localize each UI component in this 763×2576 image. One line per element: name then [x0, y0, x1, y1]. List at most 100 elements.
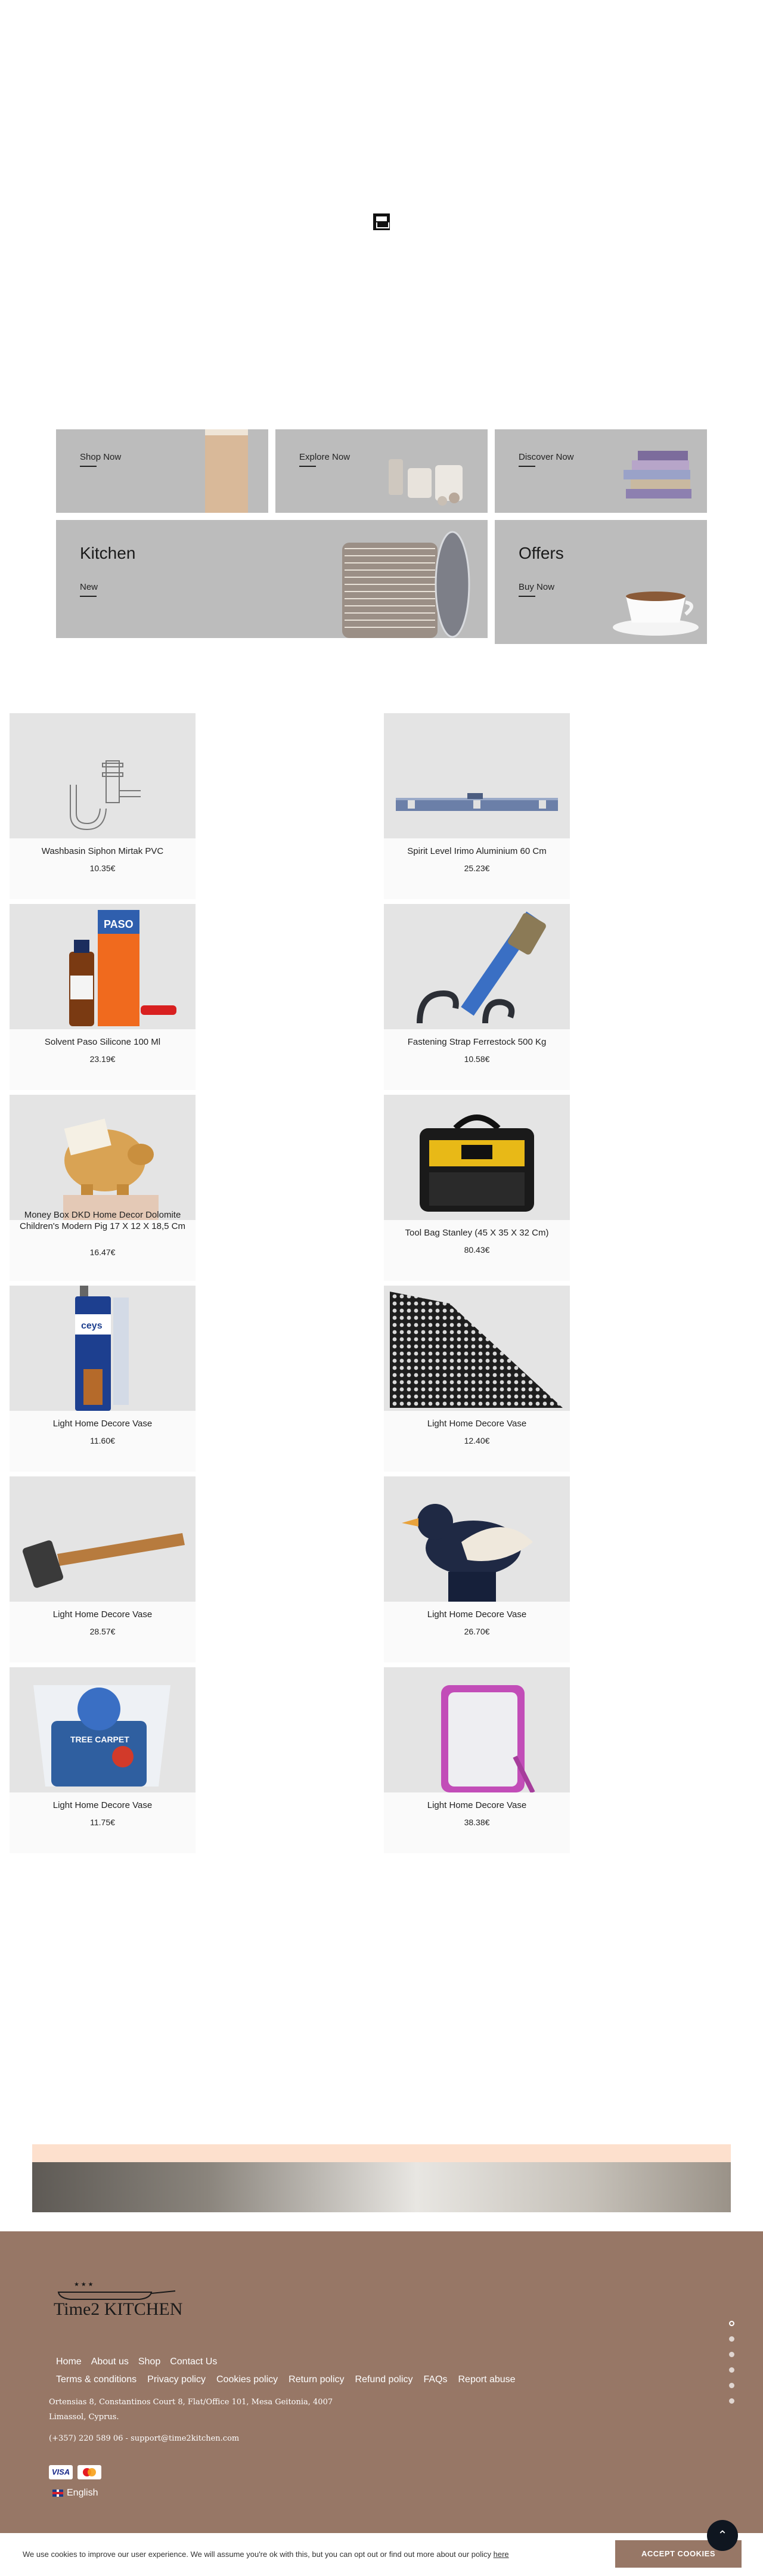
- carousel-dot[interactable]: [729, 2321, 734, 2326]
- bird-figure-icon: [402, 1504, 533, 1602]
- mastercard-icon: [77, 2465, 101, 2479]
- product-price: 26.70€: [464, 1627, 490, 1636]
- product-image[interactable]: ceys: [10, 1286, 196, 1411]
- footer-link-contact[interactable]: Contact Us: [170, 2357, 217, 2367]
- footer-link-terms[interactable]: Terms & conditions: [56, 2374, 137, 2385]
- product-name[interactable]: Tool Bag Stanley (45 X 35 X 32 Cm): [384, 1227, 570, 1239]
- footer-link-faqs[interactable]: FAQs: [423, 2374, 447, 2385]
- category-banner-3[interactable]: Discover Now: [495, 429, 707, 513]
- mirror-icon: [441, 1685, 535, 1792]
- piggy-bank-icon: [63, 1118, 159, 1220]
- category-banner-1[interactable]: Shop Now: [56, 429, 268, 513]
- product-price: 16.47€: [89, 1247, 116, 1257]
- cookie-policy-link[interactable]: here: [494, 2550, 509, 2559]
- footer-link-about[interactable]: About us: [91, 2357, 129, 2367]
- footer-link-cookies[interactable]: Cookies policy: [216, 2374, 278, 2385]
- product-name[interactable]: Light Home Decore Vase: [10, 1800, 196, 1811]
- carousel-dot[interactable]: [729, 2383, 734, 2388]
- product-image[interactable]: [384, 904, 570, 1029]
- product-image[interactable]: [384, 1286, 570, 1411]
- product-name[interactable]: Light Home Decore Vase: [384, 1609, 570, 1620]
- category-banner-2[interactable]: Explore Now: [275, 429, 488, 513]
- visa-icon: VISA: [49, 2465, 73, 2479]
- hammer-icon: [23, 1533, 185, 1588]
- product-image[interactable]: [10, 1095, 196, 1220]
- jars-icon: [389, 459, 463, 506]
- product-image[interactable]: [384, 1095, 570, 1220]
- category-banner-offers[interactable]: Offers Buy Now: [495, 520, 707, 644]
- footer-link-shop[interactable]: Shop: [138, 2357, 160, 2367]
- category-link[interactable]: Explore Now: [299, 452, 350, 467]
- product-card[interactable]: Light Home Decore Vase 38.38€: [384, 1667, 570, 1853]
- product-name[interactable]: Washbasin Siphon Mirtak PVC: [10, 846, 196, 857]
- footer-link-refund[interactable]: Refund policy: [355, 2374, 413, 2385]
- product-price: 10.58€: [464, 1054, 490, 1064]
- plates-icon: [342, 531, 470, 638]
- product-image[interactable]: [384, 713, 570, 838]
- promo-banner-strip: [32, 2144, 731, 2162]
- product-card[interactable]: Spirit Level Irimo Aluminium 60 Cm 25.23…: [384, 713, 570, 899]
- category-link[interactable]: New: [80, 582, 98, 597]
- carousel-dot[interactable]: [729, 2367, 734, 2373]
- product-price: 25.23€: [464, 863, 490, 873]
- product-card[interactable]: Light Home Decore Vase 26.70€: [384, 1476, 570, 1662]
- product-image[interactable]: [10, 1476, 196, 1602]
- language-selector[interactable]: English: [52, 2488, 98, 2498]
- product-name[interactable]: Fastening Strap Ferrestock 500 Kg: [384, 1036, 570, 1048]
- solvent-bottle-icon: PASO: [69, 910, 176, 1026]
- product-price: 23.19€: [89, 1054, 116, 1064]
- coffee-cup-icon: [613, 592, 699, 636]
- product-image[interactable]: PASO: [10, 904, 196, 1029]
- product-name[interactable]: Light Home Decore Vase: [384, 1800, 570, 1811]
- product-card[interactable]: Money Box DKD Home Decor Dolomite Childr…: [10, 1095, 196, 1281]
- category-banner-kitchen[interactable]: Kitchen New: [56, 520, 488, 638]
- product-card[interactable]: Light Home Decore Vase 28.57€: [10, 1476, 196, 1662]
- product-image[interactable]: [384, 1667, 570, 1792]
- product-name[interactable]: Solvent Paso Silicone 100 Ml: [10, 1036, 196, 1048]
- product-name[interactable]: Light Home Decore Vase: [384, 1418, 570, 1429]
- product-name[interactable]: Light Home Decore Vase: [10, 1418, 196, 1429]
- product-image[interactable]: TREE CARPET: [10, 1667, 196, 1792]
- product-image[interactable]: [10, 713, 196, 838]
- site-logo[interactable]: ★ ★ ★ Time2 KITCHEN: [50, 2278, 182, 2326]
- product-card[interactable]: ceys Light Home Decore Vase 11.60€: [10, 1286, 196, 1472]
- product-price: 11.60€: [90, 1436, 115, 1445]
- footer-link-return[interactable]: Return policy: [289, 2374, 344, 2385]
- sealant-tube-icon: ceys: [75, 1286, 129, 1411]
- siphon-icon: [70, 760, 141, 831]
- category-link[interactable]: Buy Now: [519, 582, 554, 597]
- product-card[interactable]: TREE CARPET Light Home Decore Vase 11.75…: [10, 1667, 196, 1853]
- carousel-dots: [729, 2321, 734, 2404]
- product-name[interactable]: Light Home Decore Vase: [10, 1609, 196, 1620]
- category-link[interactable]: Discover Now: [519, 452, 574, 467]
- product-card[interactable]: PASO Solvent Paso Silicone 100 Ml 23.19€: [10, 904, 196, 1090]
- product-card[interactable]: Light Home Decore Vase 12.40€: [384, 1286, 570, 1472]
- product-image[interactable]: [384, 1476, 570, 1602]
- product-name[interactable]: Spirit Level Irimo Aluminium 60 Cm: [384, 846, 570, 857]
- product-name[interactable]: Money Box DKD Home Decor Dolomite Childr…: [10, 1209, 196, 1232]
- product-card[interactable]: Washbasin Siphon Mirtak PVC 10.35€: [10, 713, 196, 899]
- footer-link-report-abuse[interactable]: Report abuse: [458, 2374, 515, 2385]
- product-card[interactable]: Fastening Strap Ferrestock 500 Kg 10.58€: [384, 904, 570, 1090]
- carousel-dot[interactable]: [729, 2352, 734, 2357]
- product-price: 12.40€: [464, 1436, 490, 1445]
- scroll-to-top-button[interactable]: ⌃: [707, 2520, 738, 2551]
- promo-banner-image: [32, 2162, 731, 2212]
- footer: ★ ★ ★ Time2 KITCHEN Home About us Shop C…: [0, 2231, 763, 2576]
- category-title: Kitchen: [80, 544, 136, 562]
- carousel-dot[interactable]: [729, 2336, 734, 2342]
- cookie-banner: We use cookies to improve our user exper…: [0, 2533, 763, 2576]
- product-price: 80.43€: [464, 1245, 490, 1255]
- footer-link-privacy[interactable]: Privacy policy: [147, 2374, 206, 2385]
- category-link[interactable]: Shop Now: [80, 452, 121, 467]
- footer-link-home[interactable]: Home: [56, 2357, 82, 2367]
- books-icon: [624, 451, 691, 499]
- carousel-dot[interactable]: [729, 2398, 734, 2404]
- category-title: Offers: [519, 544, 564, 562]
- svg-text:★ ★ ★: ★ ★ ★: [74, 2281, 93, 2288]
- product-card[interactable]: Tool Bag Stanley (45 X 35 X 32 Cm) 80.43…: [384, 1095, 570, 1281]
- svg-text:ceys: ceys: [81, 1321, 103, 1331]
- product-price: 11.75€: [90, 1818, 115, 1827]
- uk-flag-icon: [52, 2490, 63, 2497]
- cup-icon: [205, 429, 248, 513]
